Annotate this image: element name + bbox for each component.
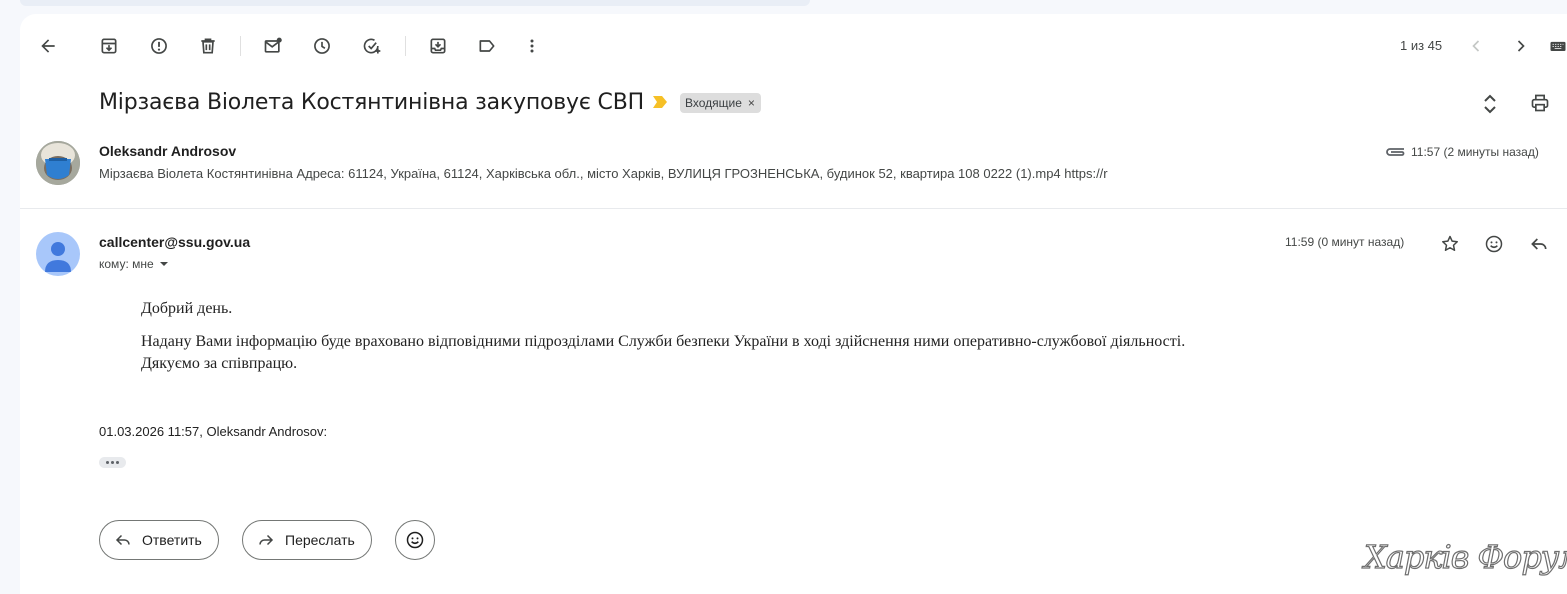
star-button[interactable]: [1434, 228, 1466, 260]
body-paragraph: Надану Вами інформацію буде враховано ві…: [141, 333, 1186, 350]
report-spam-button[interactable]: [139, 26, 179, 66]
emoji-reaction-button[interactable]: [395, 520, 435, 560]
avatar: [36, 141, 80, 185]
forward-icon: [259, 534, 274, 546]
pager-label: 1 из 45: [1400, 38, 1443, 53]
message-body: Добрий день. Надану Вами інформацію буде…: [141, 299, 1185, 374]
message-time: 11:59 (0 минут назад): [1285, 235, 1405, 249]
move-to-icon: [430, 38, 446, 54]
avatar: [36, 232, 80, 276]
top-strip: [20, 0, 810, 6]
emoji-icon: [406, 531, 424, 549]
watermark: Харків Форум: [1363, 537, 1567, 576]
label-button[interactable]: [467, 26, 507, 66]
forward-button[interactable]: Переслать: [242, 520, 372, 560]
caret-down-icon: [159, 262, 168, 266]
print-icon[interactable]: [1530, 93, 1550, 113]
reply-label: Ответить: [142, 532, 202, 548]
reply-icon-button[interactable]: [1523, 228, 1555, 260]
input-tools-button[interactable]: [1546, 26, 1567, 66]
move-to-button[interactable]: [418, 26, 458, 66]
sender-name: callcenter@ssu.gov.ua: [99, 234, 251, 250]
back-icon: [41, 39, 55, 53]
snooze-button[interactable]: [302, 26, 342, 66]
toolbar-separator: [405, 36, 406, 56]
add-task-button[interactable]: [352, 26, 392, 66]
chevron-left-icon: [1472, 40, 1480, 52]
expand-all-icon[interactable]: [1482, 93, 1498, 115]
emoji-icon: [1485, 235, 1503, 253]
snooze-icon: [314, 38, 330, 54]
mark-unread-icon: [264, 37, 282, 53]
message-time: 11:57 (2 минуты назад): [1411, 145, 1539, 159]
recipient-label: кому: мне: [99, 257, 154, 271]
archive-icon: [101, 38, 117, 54]
chevron-right-icon: [1517, 40, 1525, 52]
message-divider: [20, 208, 1567, 209]
newer-button[interactable]: [1456, 26, 1496, 66]
remove-label-button[interactable]: ×: [748, 96, 755, 113]
delete-icon: [201, 38, 215, 54]
delete-button[interactable]: [188, 26, 228, 66]
sender-name: Oleksandr Androsov: [99, 143, 237, 159]
show-trimmed-content-button[interactable]: [99, 457, 126, 468]
message-snippet[interactable]: Мірзаєва Віолета Костянтинівна Адреса: 6…: [99, 166, 1219, 181]
older-button[interactable]: [1501, 26, 1541, 66]
toolbar-separator: [240, 36, 241, 56]
add-reaction-button[interactable]: [1478, 228, 1510, 260]
add-task-icon: [363, 38, 381, 54]
archive-button[interactable]: [89, 26, 129, 66]
recipient-details[interactable]: кому: мне: [99, 257, 170, 271]
more-icon: [530, 39, 534, 53]
label-chip-text: Входящие: [685, 96, 742, 110]
attachment-icon: [1386, 148, 1405, 156]
thread-subject: Мірзаєва Віолета Костянтинівна закуповує…: [99, 90, 644, 115]
back-button[interactable]: [28, 26, 68, 66]
reply-icon: [115, 534, 130, 546]
body-greeting: Добрий день.: [141, 300, 233, 317]
report-spam-icon: [151, 38, 167, 54]
importance-marker-icon[interactable]: [653, 96, 667, 108]
body-thanks: Дякуємо за співпрацю.: [141, 355, 298, 372]
label-chip-inbox[interactable]: Входящие ×: [680, 93, 761, 113]
quote-header: 01.03.2026 11:57, Oleksandr Androsov:: [99, 424, 328, 439]
message-panel: 1 из 45 Мірзаєва Віолета Костянтинівна з…: [20, 14, 1567, 594]
more-button[interactable]: [512, 26, 552, 66]
toolbar: 1 из 45: [20, 26, 1567, 66]
reply-icon: [1531, 238, 1547, 250]
label-icon: [479, 40, 495, 52]
reply-button[interactable]: Ответить: [99, 520, 219, 560]
star-icon: [1442, 235, 1458, 251]
forward-label: Переслать: [285, 532, 355, 548]
mark-unread-button[interactable]: [253, 26, 293, 66]
keyboard-icon: [1550, 41, 1566, 51]
